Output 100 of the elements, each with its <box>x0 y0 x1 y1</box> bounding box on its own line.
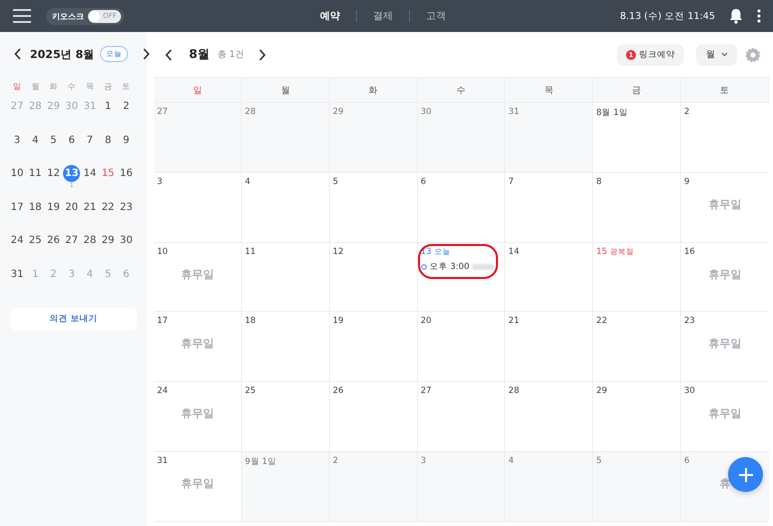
feedback-button[interactable]: 의견 보내기 <box>10 308 137 330</box>
day-cell[interactable]: 24 휴무일 <box>154 382 242 452</box>
day-cell[interactable]: 8월 1일 <box>593 103 682 173</box>
menu-icon[interactable] <box>12 9 32 23</box>
day-cell[interactable]: 4 <box>242 172 330 243</box>
day-number[interactable]: 5 <box>44 132 62 149</box>
day-number[interactable]: 2 <box>118 98 135 115</box>
nav-tab[interactable]: 예약 <box>320 9 340 23</box>
date-label: 28 <box>508 386 520 396</box>
day-cell[interactable]: 27 <box>154 103 242 173</box>
day-cell[interactable]: 5 <box>593 452 682 522</box>
day-cell[interactable]: 9 휴무일 <box>681 172 769 243</box>
previous-icon[interactable] <box>14 48 22 60</box>
day-number[interactable]: 15 <box>100 165 117 182</box>
date-label: 31 <box>508 107 520 117</box>
day-number[interactable]: 20 <box>63 198 80 216</box>
day-cell[interactable]: 14 <box>505 242 594 312</box>
month-title: 8월 <box>189 46 210 63</box>
day-number[interactable]: 16 <box>118 165 135 182</box>
day-number[interactable]: 1 <box>100 98 117 115</box>
nav-tab[interactable]: 고객 <box>426 9 446 23</box>
next-icon[interactable] <box>258 48 266 60</box>
plus-icon <box>738 468 752 482</box>
day-number[interactable]: 11 <box>26 165 44 182</box>
day-number[interactable]: 6 <box>63 132 80 149</box>
day-cell[interactable]: 30 <box>418 103 506 173</box>
date-label: 8 <box>596 176 602 187</box>
day-cell[interactable]: 19 <box>330 312 418 382</box>
day-number[interactable]: 29 <box>100 232 117 250</box>
day-cell[interactable]: 29 <box>330 103 418 173</box>
day-cell[interactable]: 2 <box>330 452 418 522</box>
bell-icon[interactable] <box>729 8 743 24</box>
booking-total: 총 1건 <box>217 49 244 61</box>
more-icon[interactable] <box>757 9 761 23</box>
day-number[interactable]: 14 <box>81 165 98 182</box>
day-number[interactable]: 4 <box>26 132 44 149</box>
day-number[interactable]: 12 <box>44 165 62 182</box>
day-cell[interactable]: 28 <box>242 103 330 173</box>
day-cell[interactable]: 2 <box>681 103 769 173</box>
date-label: 19 <box>332 316 344 326</box>
day-number[interactable]: 17 <box>8 198 26 216</box>
day-cell[interactable]: 9월 1일 <box>242 452 330 522</box>
day-number[interactable]: 27 <box>63 232 80 250</box>
day-cell[interactable]: 3 <box>418 452 506 522</box>
day-number[interactable]: 3 <box>8 132 26 149</box>
day-number[interactable]: 7 <box>81 132 98 149</box>
day-cell[interactable]: 22 <box>593 312 682 382</box>
day-cell[interactable]: 8 <box>593 172 682 243</box>
day-number[interactable]: 31 <box>8 266 26 283</box>
day-number[interactable]: 21 <box>81 198 98 216</box>
next-icon[interactable] <box>142 48 150 60</box>
day-cell[interactable]: 12 <box>330 242 418 312</box>
weekday-header: 화 <box>368 84 378 96</box>
day-cell[interactable]: 16 휴무일 <box>681 242 769 312</box>
day-cell[interactable]: 31 <box>505 103 594 173</box>
day-cell[interactable]: 23 휴무일 <box>681 312 769 382</box>
previous-icon[interactable] <box>165 48 173 60</box>
day-cell[interactable]: 5 <box>330 172 418 243</box>
date-label: 24 <box>157 386 168 396</box>
date-label: 4 <box>244 176 250 187</box>
day-cell[interactable]: 4 <box>505 452 594 522</box>
day-number[interactable]: 24 <box>8 232 26 250</box>
event-time[interactable]: 오후 3:00 <box>430 260 470 273</box>
day-number[interactable]: 30 <box>118 232 135 250</box>
date-label: 11 <box>244 246 256 257</box>
closed-label: 휴무일 <box>708 266 743 282</box>
date-label: 25 <box>244 386 256 396</box>
day-number[interactable]: 13 <box>63 165 80 182</box>
day-cell[interactable]: 7 <box>505 172 594 243</box>
day-number[interactable]: 19 <box>44 198 62 216</box>
closed-label: 휴무일 <box>708 406 743 422</box>
day-number[interactable]: 25 <box>26 232 44 250</box>
date-label: 3 <box>157 176 162 187</box>
day-cell[interactable]: 21 <box>505 312 594 382</box>
view-select[interactable]: 월 <box>696 44 737 66</box>
date-label: 21 <box>508 316 520 326</box>
day-number[interactable]: 9 <box>118 132 135 149</box>
day-cell[interactable]: 17 휴무일 <box>154 312 242 382</box>
day-cell[interactable]: 11 <box>242 242 330 312</box>
day-cell[interactable]: 20 <box>418 312 506 382</box>
day-cell[interactable]: 18 <box>242 312 330 382</box>
date-label: 29 <box>332 107 344 117</box>
date-label: 17 <box>157 316 168 326</box>
weekday-header: 일 <box>192 84 202 96</box>
weekday-label: 화 <box>48 81 58 93</box>
day-cell[interactable]: 6 <box>418 172 506 243</box>
nav-tab[interactable]: 결제 <box>373 9 393 23</box>
day-number[interactable]: 8 <box>100 132 117 149</box>
day-number[interactable]: 28 <box>81 232 98 250</box>
weekday-label: 금 <box>103 81 114 93</box>
weekday-label: 월 <box>30 81 40 93</box>
day-number[interactable]: 26 <box>44 232 62 250</box>
weekday-label: 일 <box>12 81 22 93</box>
day-number[interactable]: 18 <box>26 198 44 216</box>
day-number[interactable]: 10 <box>8 165 26 182</box>
day-cell[interactable]: 10 휴무일 <box>154 242 242 312</box>
day-number[interactable]: 22 <box>100 198 117 216</box>
day-number[interactable]: 23 <box>118 198 135 216</box>
day-cell[interactable]: 3 <box>154 172 242 243</box>
date-label: 6 <box>420 176 426 187</box>
